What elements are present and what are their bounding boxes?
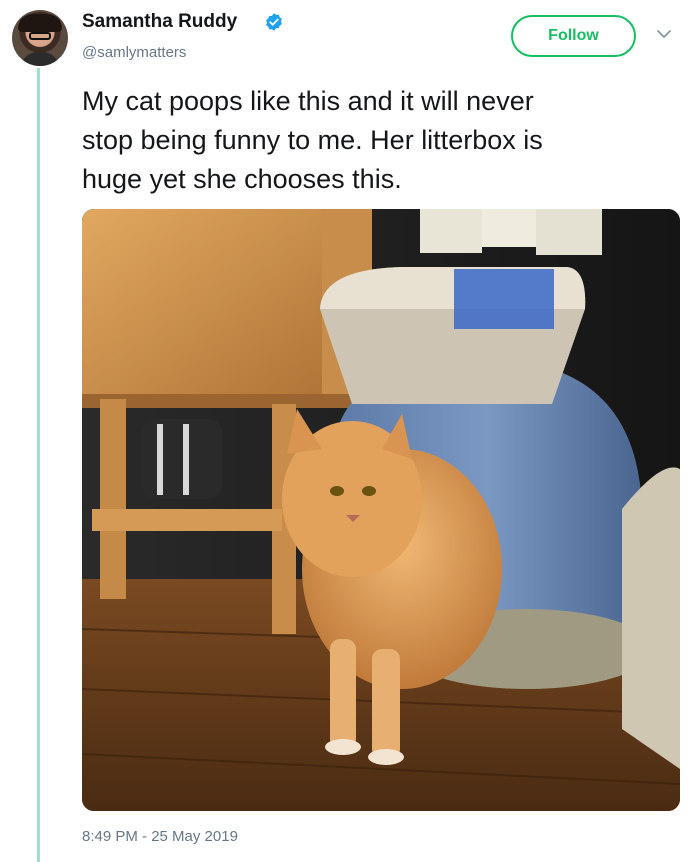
chevron-down-icon[interactable] [656,28,672,40]
tweet-photo-illustration [82,209,680,811]
thread-connector-line [37,68,40,862]
avatar[interactable] [12,10,68,66]
author-handle[interactable]: @samlymatters [82,44,186,61]
avatar-shirt [20,52,60,66]
avatar-hair [18,14,62,32]
tweet-photo[interactable] [82,209,680,811]
tweet-timestamp[interactable]: 8:49 PM - 25 May 2019 [82,828,238,845]
avatar-glasses [29,32,51,40]
follow-button[interactable]: Follow [511,15,636,57]
verified-badge-icon [266,13,282,31]
tweet-text: My cat poops like this and it will never… [82,86,543,194]
author-name[interactable]: Samantha Ruddy [82,11,237,33]
